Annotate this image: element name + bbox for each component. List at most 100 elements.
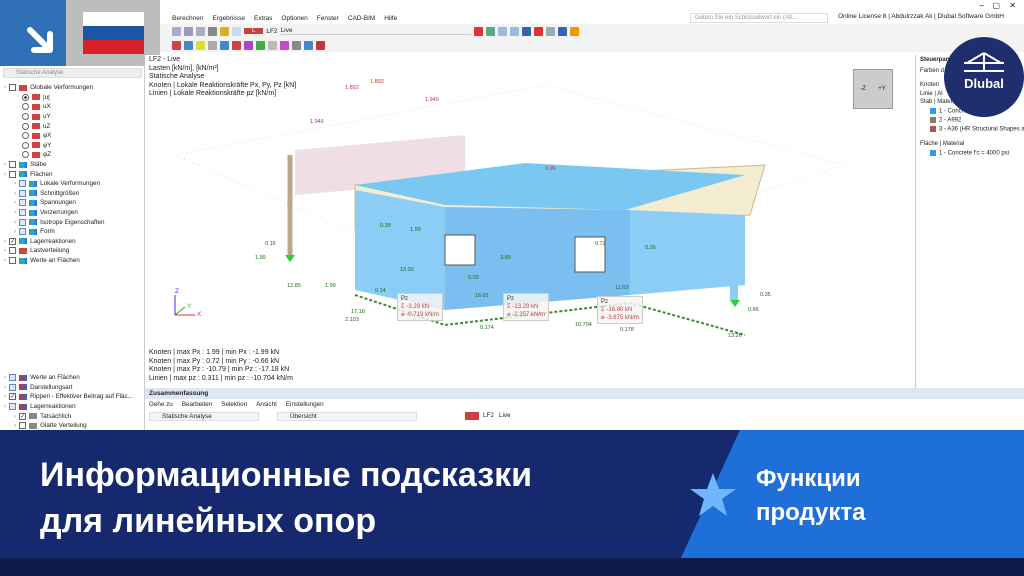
expand-chevron-icon[interactable]: › [14,180,16,187]
tree-item[interactable]: › Stäbe [4,160,47,170]
menu-optionen[interactable]: Optionen [281,15,307,22]
expand-chevron-icon[interactable]: › [14,209,16,216]
checkbox[interactable] [9,84,17,92]
checkbox[interactable]: ✓ [9,237,17,245]
menu-berechnen[interactable]: Berechnen [172,15,203,22]
radio-button[interactable] [22,93,29,101]
tree-item[interactable]: φX [22,131,51,141]
view-icon[interactable] [172,26,181,36]
result-icon[interactable] [569,26,579,36]
checkbox[interactable]: ✓ [9,393,17,401]
view-icon[interactable] [196,26,205,36]
tree-item[interactable]: › Flächen [4,169,53,179]
checkbox[interactable] [19,228,27,236]
tree-item[interactable]: φZ [22,150,51,160]
tool-icon[interactable] [172,40,181,50]
menu-gehe-zu[interactable]: Gehe zu [149,401,173,408]
russian-flag-icon[interactable] [83,12,144,54]
tree-item[interactable]: › ✓ Rippen - Effektiver Beitrag auf Fläc..… [4,392,133,402]
lc-select[interactable]: Live [499,412,609,419]
tree-item[interactable]: uZ [22,121,50,131]
expand-chevron-icon[interactable]: › [4,393,6,400]
expand-chevron-icon[interactable]: › [4,238,6,245]
menu-hilfe[interactable]: Hilfe [384,15,397,22]
tree-item[interactable]: › Lastverteilung [4,246,69,256]
checkbox[interactable] [9,403,17,411]
tree-item[interactable]: uX [22,102,51,112]
tool-icon[interactable] [292,40,301,50]
close-x-icon[interactable] [316,40,325,50]
result-icon[interactable] [557,26,567,36]
tree-item[interactable]: uY [22,112,51,122]
tree-item[interactable]: › Schnittgrößen [14,189,79,199]
radio-button[interactable] [22,141,29,149]
tool-icon[interactable] [256,40,265,50]
result-icon[interactable] [497,26,507,36]
maximize-button[interactable]: ▢ [992,1,1000,10]
expand-chevron-icon[interactable]: › [4,384,6,391]
expand-chevron-icon[interactable]: › [4,171,6,178]
radio-button[interactable] [22,132,29,140]
tree-item[interactable]: φY [22,141,51,151]
menu-ergebnisse[interactable]: Ergebnisse [212,15,245,22]
expand-chevron-icon[interactable]: › [4,403,6,410]
tree-item[interactable]: › Globale Verformungen [4,83,93,93]
checkbox[interactable] [9,161,17,169]
tree-item[interactable]: › Spannungen [14,198,76,208]
tool-icon[interactable] [196,40,205,50]
tool-icon[interactable] [208,40,217,50]
tool-icon[interactable] [280,40,289,50]
search-input[interactable]: Geben Sie ein Schlüsselwort ein (Alt... [690,13,828,23]
menu-fenster[interactable]: Fenster [317,15,339,22]
edit-icon[interactable] [220,26,229,36]
checkbox[interactable] [19,218,27,226]
checkbox[interactable] [19,189,27,197]
checkbox[interactable] [9,247,17,255]
menu-selektion[interactable]: Selektion [221,401,247,408]
view-icon[interactable] [184,26,193,36]
menu-einstellungen[interactable]: Einstellungen [286,401,324,408]
expand-chevron-icon[interactable]: › [14,422,16,429]
expand-chevron-icon[interactable]: › [14,219,16,226]
radio-button[interactable] [22,103,29,111]
tree-item[interactable]: › Verzerrungen [14,208,78,218]
result-icon[interactable] [485,26,495,36]
result-icon[interactable] [533,26,543,36]
checkbox[interactable] [9,257,17,265]
tree-item[interactable]: › Isotrope Eigenschaften [14,217,105,227]
tree-item[interactable]: › Darstellungsart [4,383,72,393]
expand-chevron-icon[interactable]: › [4,257,6,264]
tree-item[interactable]: |u| [22,93,50,103]
close-button[interactable]: ✕ [1009,1,1016,10]
expand-chevron-icon[interactable]: › [14,413,16,420]
overview-dropdown[interactable]: Übersicht [277,412,417,421]
tree-item[interactable]: › ✓ Lagerreaktionen [4,237,76,247]
minimize-button[interactable]: – [980,1,984,10]
tool-icon[interactable] [184,40,193,50]
checkbox[interactable] [9,383,17,391]
tree-item[interactable]: › Form [14,227,55,237]
tree-item[interactable]: › Glatte Verteilung [14,421,87,430]
menu-bearbeiten[interactable]: Bearbeiten [182,401,212,408]
checkbox[interactable]: ✓ [19,412,27,420]
expand-chevron-icon[interactable]: › [14,228,16,235]
radio-button[interactable] [22,113,29,121]
radio-button[interactable] [22,151,29,159]
expand-chevron-icon[interactable]: › [4,84,6,91]
checkbox[interactable] [9,170,17,178]
expand-chevron-icon[interactable]: › [4,247,6,254]
analysis-dropdown[interactable]: Statische Analyse [149,412,259,421]
menu-ansicht[interactable]: Ansicht [256,401,277,408]
checkbox[interactable] [9,374,17,382]
result-icon[interactable] [473,26,483,36]
lc-select[interactable]: Live [280,27,471,35]
radio-button[interactable] [22,122,29,130]
tree-item[interactable]: › Lokale Verformungen [14,179,100,189]
expand-chevron-icon[interactable]: › [14,190,16,197]
print-icon[interactable] [208,26,217,36]
checkbox[interactable] [19,209,27,217]
checkbox[interactable] [19,199,27,207]
tool-icon[interactable] [304,40,313,50]
tool-icon[interactable] [232,40,241,50]
colors-select[interactable]: Farben d [920,68,944,74]
